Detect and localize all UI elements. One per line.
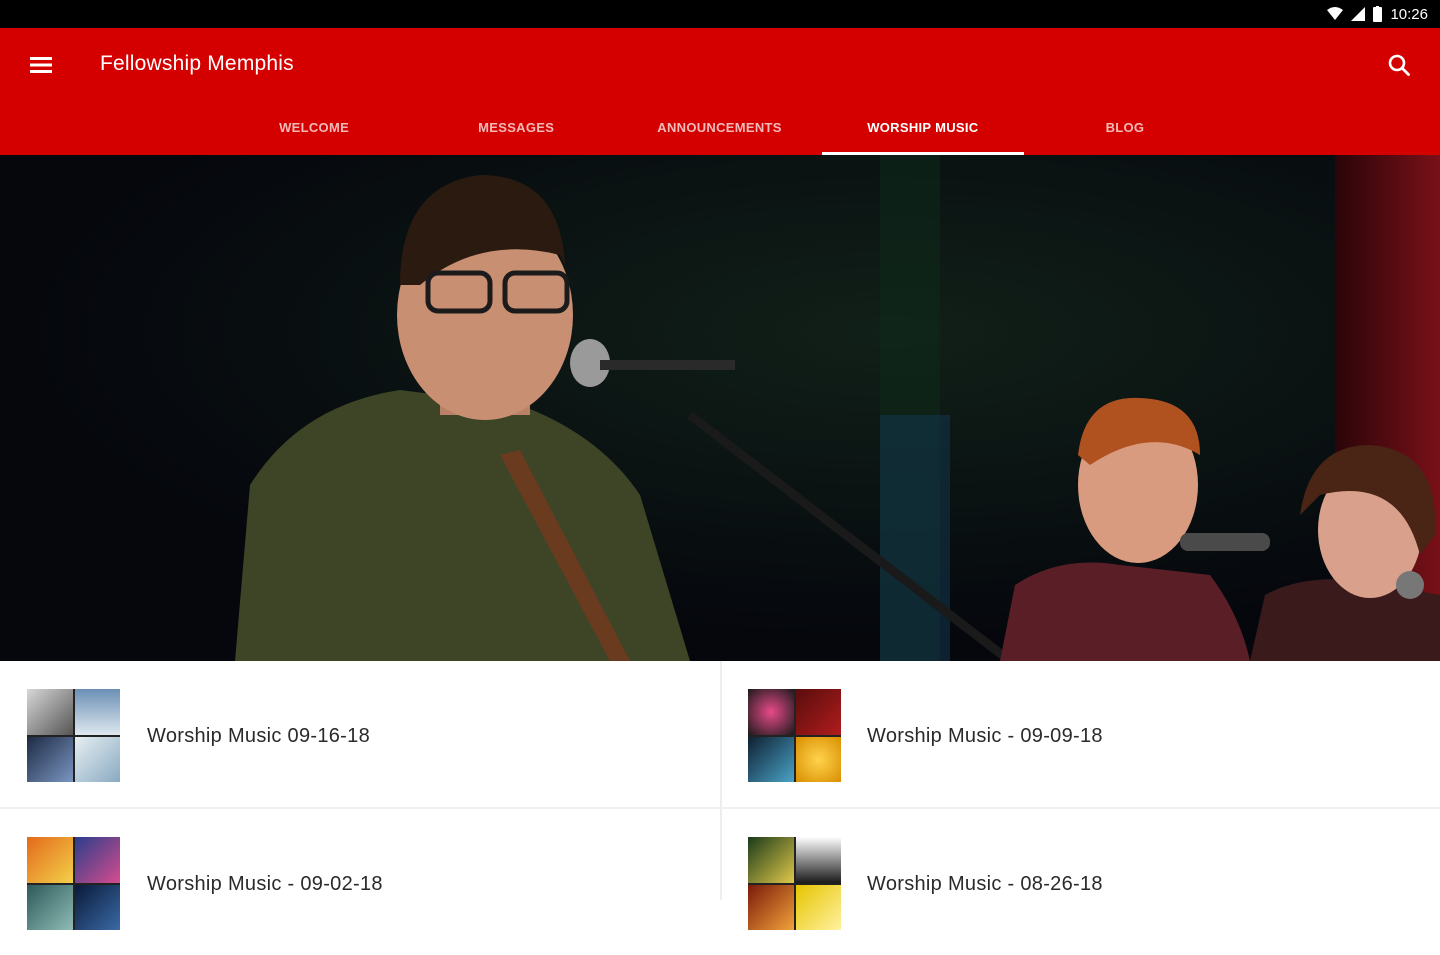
tab-blog[interactable]: BLOG	[1024, 100, 1226, 155]
item-title: Worship Music - 09-09-18	[867, 725, 1103, 747]
list-item[interactable]: Worship Music - 09-02-18	[0, 809, 718, 955]
tab-messages[interactable]: MESSAGES	[415, 100, 617, 155]
album-art-thumbnail	[27, 837, 120, 930]
battery-icon	[1373, 6, 1383, 22]
worship-band-photo	[0, 155, 1440, 661]
album-art-thumbnail	[27, 689, 120, 782]
tab-bar: WELCOME MESSAGES ANNOUNCEMENTS WORSHIP M…	[213, 100, 1226, 155]
tab-welcome[interactable]: WELCOME	[213, 100, 415, 155]
menu-button[interactable]	[20, 44, 62, 86]
tab-announcements[interactable]: ANNOUNCEMENTS	[617, 100, 822, 155]
wifi-icon	[1327, 7, 1344, 20]
hero-image	[0, 155, 1440, 661]
clock: 10:26	[1390, 5, 1428, 23]
tab-worship-music[interactable]: WORSHIP MUSIC	[821, 100, 1025, 155]
list-item[interactable]: Worship Music 09-16-18	[0, 661, 718, 807]
hamburger-menu-icon	[30, 57, 52, 73]
list-item[interactable]: Worship Music - 09-09-18	[722, 661, 1440, 807]
album-art-thumbnail	[748, 837, 841, 930]
search-icon	[1388, 54, 1410, 76]
worship-music-list: Worship Music 09-16-18 Worship Music - 0…	[0, 661, 1440, 930]
item-title: Worship Music 09-16-18	[147, 725, 370, 747]
item-title: Worship Music - 08-26-18	[867, 873, 1103, 895]
search-button[interactable]	[1378, 44, 1420, 86]
signal-icon	[1351, 7, 1366, 21]
list-item[interactable]: Worship Music - 08-26-18	[722, 809, 1440, 955]
status-bar: 10:26	[0, 0, 1440, 28]
album-art-thumbnail	[748, 689, 841, 782]
app-title: Fellowship Memphis	[100, 52, 294, 75]
item-title: Worship Music - 09-02-18	[147, 873, 383, 895]
app-bar: Fellowship Memphis WELCOME MESSAGES ANNO…	[0, 28, 1440, 155]
